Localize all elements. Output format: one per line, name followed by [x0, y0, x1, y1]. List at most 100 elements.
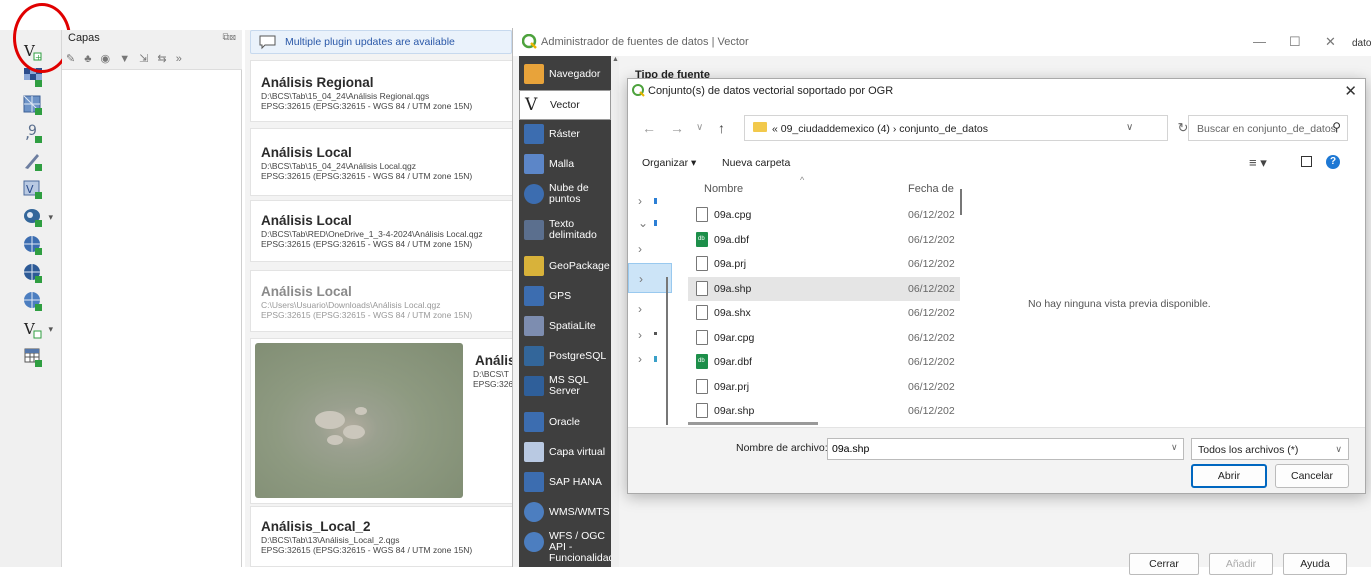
table-icon: [24, 348, 42, 367]
plugin-update-notice[interactable]: Multiple plugin updates are available: [250, 30, 512, 54]
nav-item[interactable]: SAP HANA: [519, 468, 611, 498]
up-arrow-icon[interactable]: ↑: [718, 120, 725, 136]
recent-project-card[interactable]: Análisis Local C:\Users\Usuario\Download…: [250, 270, 518, 332]
file-row[interactable]: 09a.dbf 06/12/202: [688, 228, 960, 252]
recent-locations-chevron-icon[interactable]: ∨: [696, 122, 703, 133]
nav-item[interactable]: WMS/WMTS: [519, 498, 611, 528]
add-delimited-text-button[interactable]: ,9: [22, 122, 44, 144]
geopackage-icon: [524, 256, 544, 276]
project-title: Análisis Local: [261, 145, 352, 160]
recent-project-card[interactable]: Análisis_Local_2 D:\BCS\Tab\13\Análisis_…: [250, 506, 518, 567]
add-postgis-button[interactable]: ▾: [22, 206, 53, 228]
tree-item[interactable]: ›: [628, 189, 672, 213]
file-row[interactable]: 09ar.shp 06/12/202: [688, 399, 960, 423]
project-path: D:\BCS\Tab\15_04_24\Análisis Regional.qg…: [261, 91, 430, 101]
layers-toolbar[interactable]: ✎ ♣ ◉ ▼ ⇲ ⇆ »: [62, 48, 242, 70]
nav-item[interactable]: Oracle: [519, 408, 611, 438]
add-wfs-button[interactable]: [22, 290, 44, 312]
project-path: C:\Users\Usuario\Downloads\Análisis Loca…: [261, 300, 441, 310]
filename-input[interactable]: [827, 438, 1184, 460]
new-folder-button[interactable]: Nueva carpeta: [722, 157, 790, 169]
chevron-down-icon[interactable]: ▾: [48, 212, 53, 223]
navigation-pane: › ⌄ › › › › ›: [628, 179, 676, 427]
address-bar[interactable]: « 09_ciudaddemexico (4) › conjunto_de_da…: [744, 115, 1168, 141]
recent-project-card[interactable]: Análisis Local D:\BCS\Tab\15_04_24\Análi…: [250, 128, 518, 196]
preview-pane-icon[interactable]: [1301, 156, 1312, 167]
add-wms-button[interactable]: [22, 234, 44, 256]
file-row[interactable]: 09ar.prj 06/12/202: [688, 375, 960, 399]
file-row[interactable]: 09a.prj 06/12/202: [688, 252, 960, 276]
maximize-button[interactable]: ☐: [1289, 34, 1301, 50]
chevron-down-icon[interactable]: ∨: [1126, 122, 1133, 133]
nav-item[interactable]: V Vector: [519, 90, 611, 120]
minimize-button[interactable]: —: [1253, 34, 1266, 49]
recent-project-card[interactable]: Análisi D:\BCS\T EPSG:326: [250, 338, 518, 504]
nav-item[interactable]: SpatiaLite: [519, 312, 611, 342]
scroll-up-icon[interactable]: ▲: [612, 56, 619, 63]
file-type-filter[interactable]: Todos los archivos (*) ∨: [1191, 438, 1349, 460]
close-button[interactable]: Cerrar: [1129, 553, 1199, 575]
add-button[interactable]: Añadir: [1209, 553, 1273, 575]
nav-item-label: PostgreSQL: [549, 350, 607, 362]
nav-item[interactable]: GeoPackage: [519, 252, 611, 282]
add-raster-layer-button[interactable]: [22, 66, 44, 88]
cancel-button[interactable]: Cancelar: [1275, 464, 1349, 488]
chevron-down-icon[interactable]: ▾: [48, 324, 53, 335]
add-table-button[interactable]: [22, 346, 44, 368]
nav-item[interactable]: Nube de puntos: [519, 180, 611, 216]
help-button[interactable]: Ayuda: [1283, 553, 1347, 575]
add-mesh-layer-button[interactable]: [22, 94, 44, 116]
project-path: D:\BCS\Tab\13\Análisis_Local_2.qgs: [261, 535, 400, 545]
horizontal-scrollbar[interactable]: [688, 422, 818, 425]
search-input[interactable]: Buscar en conjunto_de_datos ⚲: [1188, 115, 1348, 141]
vector-icon: V: [525, 95, 538, 115]
file-row[interactable]: 09ar.dbf 06/12/202: [688, 350, 960, 374]
forward-arrow-icon[interactable]: →: [670, 120, 684, 136]
open-button[interactable]: Abrir: [1191, 464, 1267, 488]
tree-item[interactable]: ›: [628, 237, 672, 261]
nav-item[interactable]: Navegador: [519, 60, 611, 90]
tree-item[interactable]: ⌄: [628, 211, 672, 235]
add-wcs-button[interactable]: [22, 262, 44, 284]
file-row[interactable]: 09a.shp 06/12/202: [688, 276, 960, 301]
file-name: 09ar.dbf: [714, 356, 752, 368]
nav-item-label: MS SQL Server: [549, 374, 589, 397]
project-crs: EPSG:32615 (EPSG:32615 - WGS 84 / UTM zo…: [261, 171, 473, 181]
add-vector-layer-button[interactable]: V +: [22, 40, 44, 62]
file-icon: [696, 256, 708, 271]
breadcrumb[interactable]: « 09_ciudaddemexico (4) › conjunto_de_da…: [772, 123, 988, 135]
nav-item[interactable]: Malla: [519, 150, 611, 180]
nav-item[interactable]: Capa virtual: [519, 438, 611, 468]
column-header-name[interactable]: Nombre: [704, 183, 743, 195]
column-divider[interactable]: [960, 189, 962, 215]
organize-button[interactable]: Organizar ▾: [642, 157, 696, 169]
close-window-button[interactable]: ✕: [1325, 34, 1336, 50]
search-icon[interactable]: ⚲: [1332, 120, 1341, 134]
project-title: Análisis Regional: [261, 75, 374, 90]
close-icon[interactable]: ✕: [1344, 82, 1357, 100]
new-vector-layer-button[interactable]: V ▾: [22, 318, 53, 340]
column-header-date[interactable]: Fecha de: [908, 183, 954, 195]
nav-item[interactable]: Ráster: [519, 120, 611, 150]
file-row[interactable]: 09ar.cpg 06/12/202: [688, 326, 960, 350]
help-icon[interactable]: ?: [1326, 155, 1340, 169]
add-spatialite-button[interactable]: [22, 150, 44, 172]
nav-item[interactable]: PostgreSQL: [519, 342, 611, 372]
add-virtual-layer-button[interactable]: V: [22, 178, 44, 200]
chevron-down-icon[interactable]: ∨: [1171, 442, 1178, 453]
view-options-icon[interactable]: ≡ ▾: [1249, 155, 1267, 171]
tree-scrollbar[interactable]: [666, 277, 668, 425]
nav-item[interactable]: WFS / OGC API - Funcionalidad: [519, 528, 614, 572]
nav-item[interactable]: MS SQL Server: [519, 372, 611, 408]
nav-scrollbar[interactable]: ▲: [611, 56, 619, 567]
nav-item[interactable]: Texto delimitado: [519, 216, 611, 252]
delimited-text-icon: [524, 220, 544, 240]
back-arrow-icon[interactable]: ←: [642, 120, 656, 136]
recent-project-card[interactable]: Análisis Regional D:\BCS\Tab\15_04_24\An…: [250, 60, 518, 122]
panel-float-close-icon[interactable]: ⧉⊠: [223, 32, 237, 43]
nav-item[interactable]: GPS: [519, 282, 611, 312]
file-row[interactable]: 09a.cpg 06/12/202: [688, 203, 960, 227]
virtual-layer-icon: V: [23, 180, 42, 199]
file-row[interactable]: 09a.shx 06/12/202: [688, 301, 960, 325]
recent-project-card[interactable]: Análisis Local D:\BCS\Tab\RED\OneDrive_1…: [250, 200, 518, 262]
